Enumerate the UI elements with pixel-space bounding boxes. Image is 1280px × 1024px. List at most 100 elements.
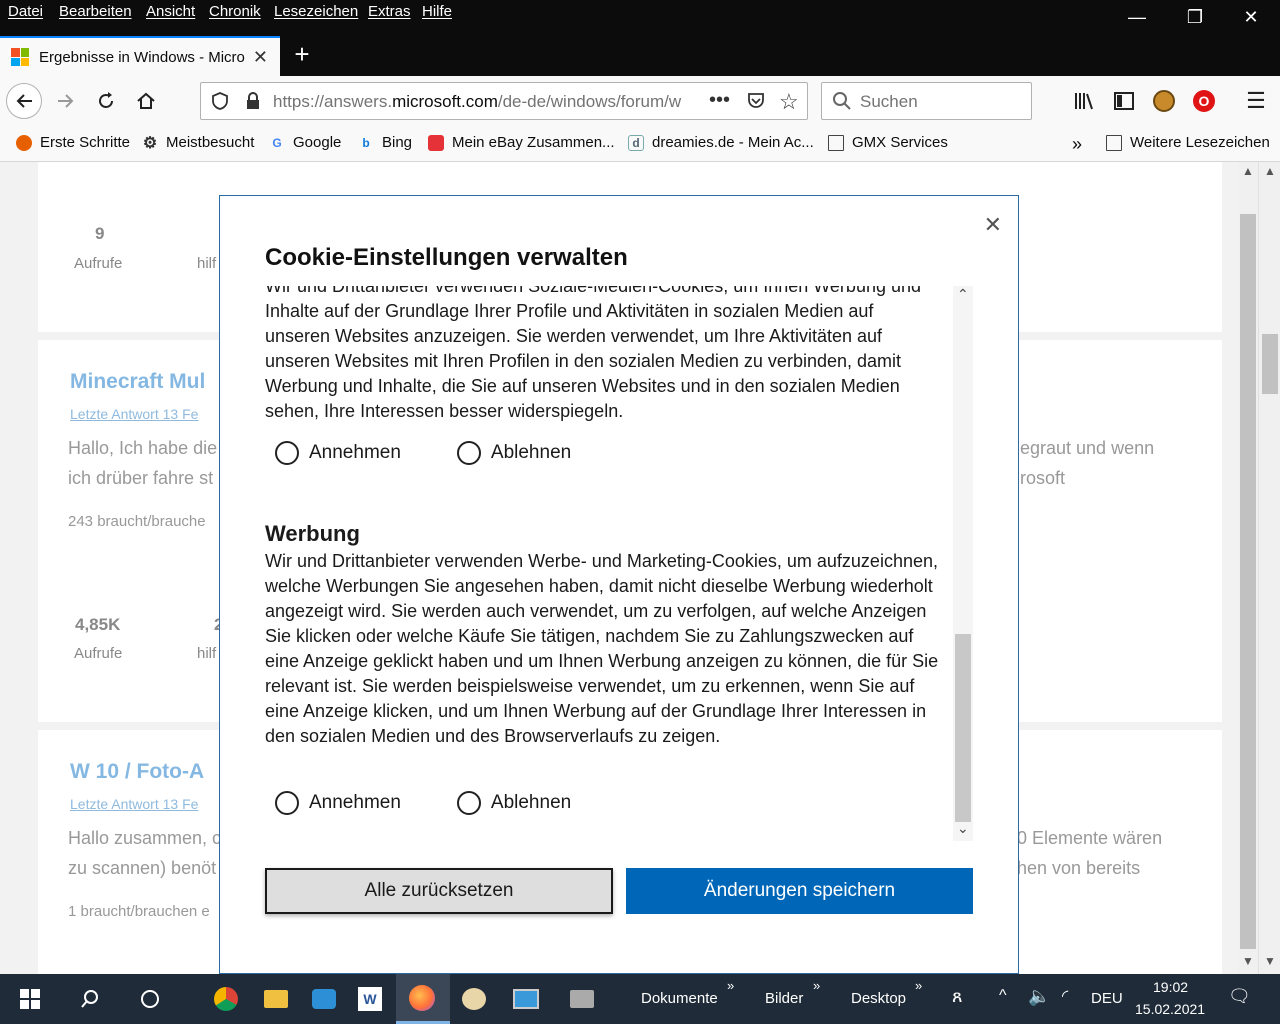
paint-icon[interactable]: [458, 983, 490, 1015]
chevron-right-icon[interactable]: »: [727, 978, 734, 993]
input-language[interactable]: DEU: [1091, 990, 1123, 1007]
close-tab-icon[interactable]: ✕: [253, 47, 268, 68]
menu-datei[interactable]: Datei: [8, 3, 43, 20]
bookmark-star-icon[interactable]: ☆: [779, 89, 799, 115]
chevron-right-icon[interactable]: »: [915, 978, 922, 993]
network-drive-icon[interactable]: [566, 983, 598, 1015]
ads-decline-radio[interactable]: [456, 791, 481, 815]
menu-bearbeiten[interactable]: Bearbeiten: [59, 3, 132, 20]
search-icon[interactable]: [74, 983, 106, 1015]
search-placeholder: Suchen: [860, 92, 918, 111]
page-scrollbar-thumb[interactable]: [1240, 214, 1256, 949]
pocket-icon[interactable]: [746, 91, 766, 114]
menu-hilfe[interactable]: Hilfe: [422, 3, 452, 20]
sidebar-icon[interactable]: [1106, 83, 1142, 119]
toolbar-dokumente[interactable]: Dokumente: [641, 990, 718, 1007]
chrome-icon[interactable]: [210, 983, 242, 1015]
account-avatar-icon[interactable]: [1146, 83, 1182, 119]
thread-excerpt: Hallo, Ich habe die: [68, 438, 218, 458]
toolbar-bilder[interactable]: Bilder: [765, 990, 803, 1007]
word-icon[interactable]: W: [354, 983, 386, 1015]
chevron-up-icon[interactable]: ⌃: [957, 286, 969, 303]
dialog-scroll-area[interactable]: Wir und Drittanbieter verwenden Soziale-…: [265, 286, 973, 841]
views-label: Aufrufe: [74, 645, 123, 662]
library-icon[interactable]: [1066, 83, 1102, 119]
page-actions-icon[interactable]: •••: [709, 89, 730, 112]
volume-icon[interactable]: 🔈: [1028, 986, 1050, 1007]
thread-title[interactable]: Minecraft Mul: [70, 370, 205, 394]
social-decline-radio[interactable]: [456, 441, 481, 465]
notification-center-icon[interactable]: 🗨: [1228, 986, 1251, 1007]
close-icon[interactable]: ✕: [984, 212, 1002, 238]
taskbar-firefox-active[interactable]: [396, 974, 450, 1024]
social-accept-radio[interactable]: [275, 441, 299, 465]
adblock-icon[interactable]: O: [1186, 83, 1222, 119]
chevron-right-icon[interactable]: »: [813, 978, 820, 993]
thread-excerpt: egraut und wenn: [1020, 438, 1155, 458]
microsoft-logo-icon: [11, 48, 29, 66]
tracking-shield-icon[interactable]: [211, 91, 229, 114]
reload-icon[interactable]: [88, 83, 124, 119]
search-input[interactable]: Suchen: [821, 82, 1032, 120]
browser-scrollbar-thumb[interactable]: [1262, 334, 1278, 394]
cortana-icon[interactable]: [134, 983, 166, 1015]
thread-title[interactable]: W 10 / Foto-A: [70, 760, 204, 784]
bookmark-dreamies[interactable]: d dreamies.de - Mein Ac...: [628, 134, 814, 151]
menu-extras[interactable]: Extras: [368, 3, 411, 20]
ads-accept-radio[interactable]: [275, 791, 299, 815]
bookmark-meistbesucht[interactable]: ⚙ Meistbesucht: [142, 134, 255, 152]
thread-last-reply[interactable]: Letzte Antwort 13 Fe: [70, 796, 198, 812]
bookmark-google[interactable]: G Google: [269, 134, 341, 151]
helpful-label: hilf: [197, 645, 217, 662]
minimize-icon[interactable]: —: [1108, 0, 1166, 34]
more-bookmarks-chevron-icon[interactable]: »: [1072, 134, 1082, 155]
toolbar-desktop[interactable]: Desktop: [851, 990, 906, 1007]
forward-arrow-icon[interactable]: [48, 83, 84, 119]
windows-start-icon[interactable]: [14, 983, 46, 1015]
clock-date[interactable]: 15.02.2021: [1135, 1001, 1205, 1017]
menu-lesezeichen[interactable]: Lesezeichen: [274, 3, 358, 20]
hamburger-menu-icon[interactable]: ☰: [1238, 83, 1274, 119]
new-tab-icon[interactable]: +: [288, 34, 316, 74]
search-icon: [832, 91, 852, 114]
thread-excerpt: hen von bereits: [1017, 858, 1141, 878]
helpful-label: hilf: [197, 255, 217, 272]
home-icon[interactable]: [128, 83, 164, 119]
people-icon[interactable]: ጸ: [952, 986, 963, 1007]
thread-last-reply[interactable]: Letzte Antwort 13 Fe: [70, 406, 198, 422]
menu-ansicht[interactable]: Ansicht: [146, 3, 195, 20]
wifi-icon[interactable]: ◜: [1062, 986, 1068, 1006]
bookmark-bing[interactable]: b Bing: [358, 134, 412, 151]
thread-excerpt: zu scannen) benöt: [68, 858, 217, 878]
dialog-scrollbar-thumb[interactable]: [955, 634, 971, 822]
restore-icon[interactable]: ❐: [1166, 0, 1224, 34]
page-scrollbar[interactable]: ▲ ▼: [1238, 162, 1258, 974]
reset-all-button[interactable]: Alle zurücksetzen: [265, 868, 613, 914]
browser-tab[interactable]: Ergebnisse in Windows - Micro ✕: [0, 36, 280, 76]
show-hidden-icons-chevron-icon[interactable]: ^: [999, 987, 1007, 1005]
chevron-down-icon[interactable]: ⌄: [957, 820, 969, 837]
scroll-down-icon[interactable]: ▼: [1264, 954, 1276, 968]
scroll-up-icon[interactable]: ▲: [1264, 164, 1276, 178]
bookmark-weitere[interactable]: Weitere Lesezeichen: [1106, 134, 1270, 151]
google-icon: G: [272, 135, 282, 150]
scroll-down-icon[interactable]: ▼: [1242, 954, 1254, 968]
bing-icon: b: [362, 135, 370, 150]
bookmark-ebay[interactable]: Mein eBay Zusammen...: [428, 134, 615, 151]
lock-icon[interactable]: [245, 91, 261, 114]
url-bar[interactable]: https://answers.microsoft.com/de-de/wind…: [200, 82, 808, 120]
menu-chronik[interactable]: Chronik: [209, 3, 261, 20]
bookmark-erste-schritte[interactable]: Erste Schritte: [16, 134, 130, 151]
dialog-scrollbar[interactable]: ⌃ ⌄: [953, 286, 973, 841]
save-changes-button[interactable]: Änderungen speichern: [626, 868, 973, 914]
app-icon[interactable]: [308, 983, 340, 1015]
advertising-heading: Werbung: [265, 521, 360, 546]
scroll-up-icon[interactable]: ▲: [1242, 164, 1254, 178]
file-explorer-icon[interactable]: [260, 983, 292, 1015]
bookmark-gmx[interactable]: GMX Services: [828, 134, 948, 151]
control-panel-icon[interactable]: [510, 983, 542, 1015]
browser-scrollbar[interactable]: ▲ ▼: [1258, 162, 1280, 974]
back-arrow-icon[interactable]: [6, 83, 42, 119]
clock-time[interactable]: 19:02: [1153, 979, 1188, 995]
close-window-icon[interactable]: ✕: [1222, 0, 1280, 34]
